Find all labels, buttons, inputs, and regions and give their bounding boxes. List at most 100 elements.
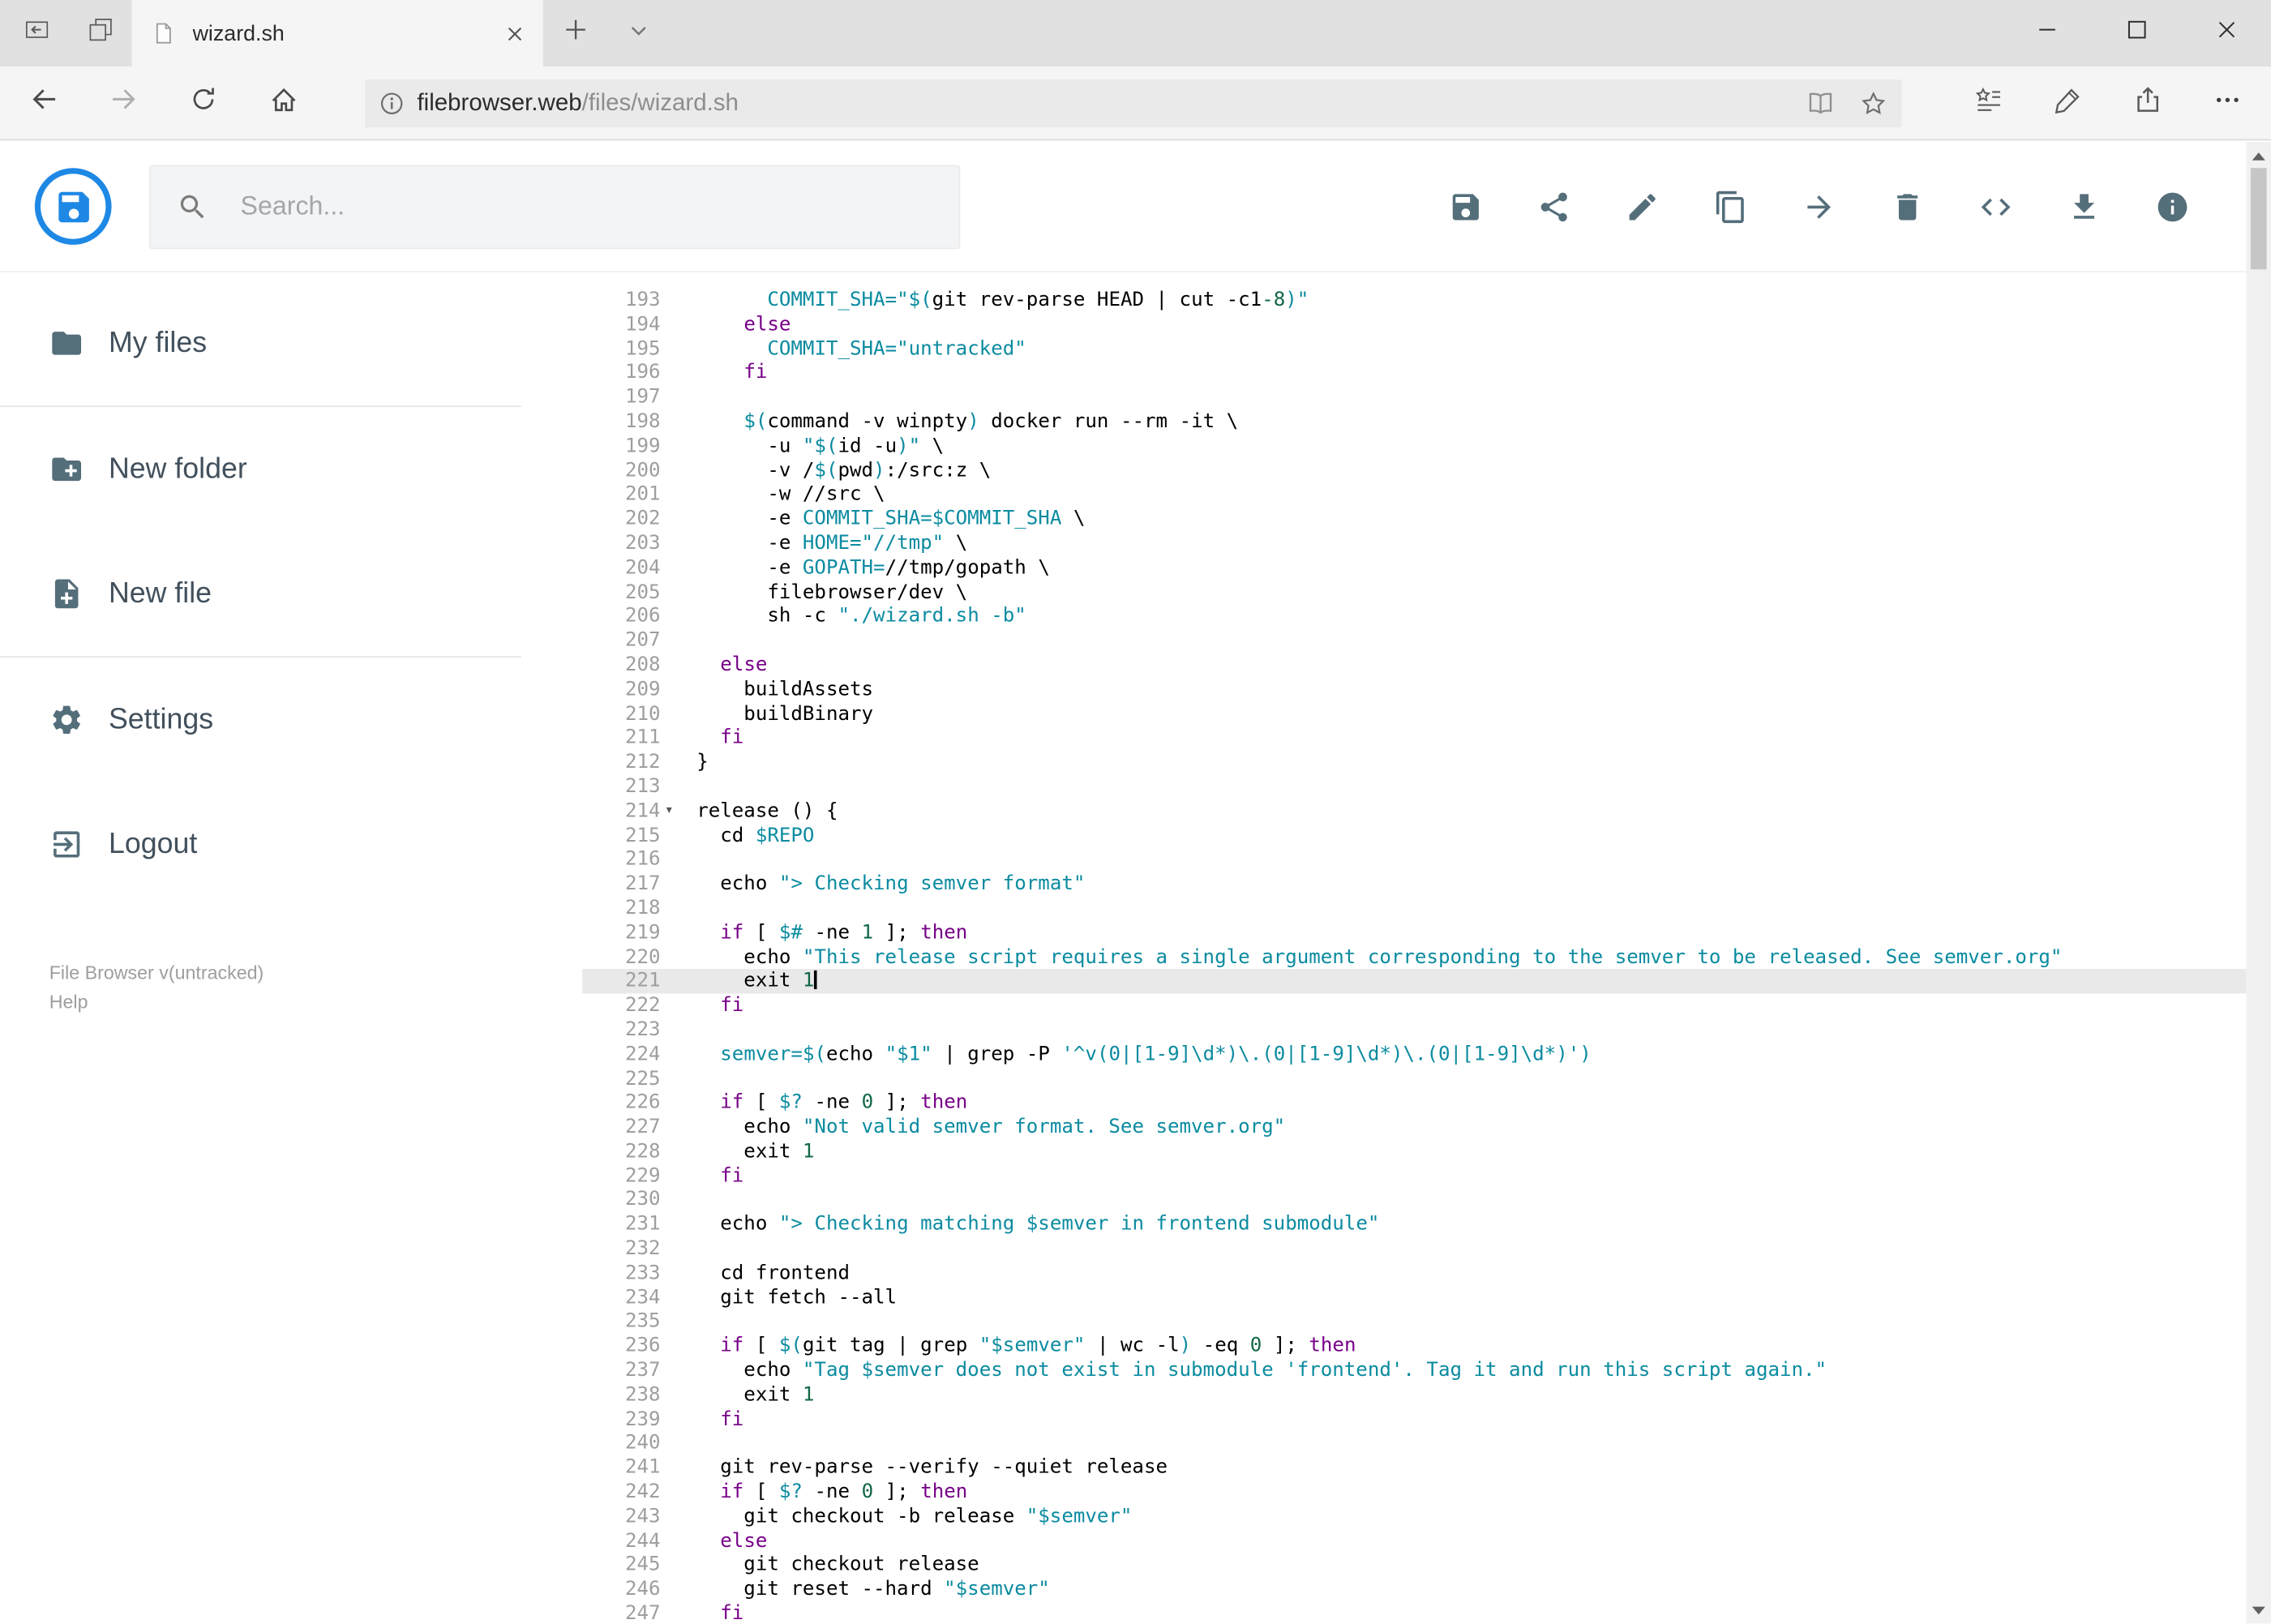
browser-tab[interactable]: wizard.sh xyxy=(131,0,543,67)
code-line-240[interactable]: 240 xyxy=(582,1432,2247,1456)
code-line-225[interactable]: 225 xyxy=(582,1067,2247,1091)
maximize-button[interactable] xyxy=(2091,0,2181,66)
code-line-236[interactable]: 236 if [ $(git tag | grep "$semver" | wc… xyxy=(582,1335,2247,1359)
reading-view-button[interactable] xyxy=(1794,79,1846,126)
code-line-204[interactable]: 204 -e GOPATH=//tmp/gopath \ xyxy=(582,556,2247,581)
code-line-205[interactable]: 205 filebrowser/dev \ xyxy=(582,581,2247,605)
code-line-245[interactable]: 245 git checkout release xyxy=(582,1553,2247,1578)
code-line-216[interactable]: 216 xyxy=(582,848,2247,872)
home-button[interactable] xyxy=(243,70,323,136)
code-line-232[interactable]: 232 xyxy=(582,1237,2247,1262)
code-line-239[interactable]: 239 fi xyxy=(582,1408,2247,1432)
code-line-244[interactable]: 244 else xyxy=(582,1529,2247,1553)
tabs-you-set-aside-button[interactable] xyxy=(68,0,132,66)
code-line-195[interactable]: 195 COMMIT_SHA="untracked" xyxy=(582,336,2247,361)
code-line-243[interactable]: 243 git checkout -b release "$semver" xyxy=(582,1505,2247,1529)
code-line-223[interactable]: 223 xyxy=(582,1018,2247,1043)
code-line-235[interactable]: 235 xyxy=(582,1310,2247,1335)
download-button[interactable] xyxy=(2067,189,2102,224)
refresh-button[interactable] xyxy=(164,70,243,136)
add-favorite-button[interactable] xyxy=(1847,79,1899,126)
code-line-194[interactable]: 194 else xyxy=(582,312,2247,336)
code-editor[interactable]: 193 COMMIT_SHA="$(git rev-parse HEAD | c… xyxy=(582,272,2247,1624)
code-line-193[interactable]: 193 COMMIT_SHA="$(git rev-parse HEAD | c… xyxy=(582,288,2247,312)
code-line-221[interactable]: 221 exit 1 xyxy=(582,969,2247,994)
share-button[interactable] xyxy=(1536,189,1571,224)
scroll-down-arrow-icon[interactable] xyxy=(2247,1599,2271,1621)
code-line-231[interactable]: 231 echo "> Checking matching $semver in… xyxy=(582,1213,2247,1237)
filebrowser-logo[interactable] xyxy=(34,168,112,245)
info-button[interactable] xyxy=(2155,189,2190,224)
web-note-button[interactable] xyxy=(2028,70,2107,136)
scrollbar-thumb[interactable] xyxy=(2250,168,2267,270)
minimize-button[interactable] xyxy=(2002,0,2092,66)
delete-button[interactable] xyxy=(1890,189,1925,224)
code-line-238[interactable]: 238 exit 1 xyxy=(582,1383,2247,1408)
close-window-button[interactable] xyxy=(2181,0,2271,66)
code-line-218[interactable]: 218 xyxy=(582,897,2247,921)
code-line-215[interactable]: 215 cd $REPO xyxy=(582,824,2247,848)
code-line-246[interactable]: 246 git reset --hard "$semver" xyxy=(582,1578,2247,1602)
address-bar[interactable]: filebrowser.web/files/wizard.sh xyxy=(365,79,1902,127)
code-line-217[interactable]: 217 echo "> Checking semver format" xyxy=(582,872,2247,897)
help-link[interactable]: Help xyxy=(49,988,582,1017)
code-line-230[interactable]: 230 xyxy=(582,1189,2247,1213)
share-page-button[interactable] xyxy=(2107,70,2187,136)
code-line-212[interactable]: 212} xyxy=(582,751,2247,775)
code-line-207[interactable]: 207 xyxy=(582,629,2247,653)
site-info-icon[interactable] xyxy=(379,91,404,115)
sidebar-item-new-folder[interactable]: New folder xyxy=(0,407,582,532)
code-line-201[interactable]: 201 -w //src \ xyxy=(582,483,2247,508)
code-line-227[interactable]: 227 echo "Not valid semver format. See s… xyxy=(582,1116,2247,1140)
code-line-233[interactable]: 233 cd frontend xyxy=(582,1262,2247,1286)
tab-close-icon[interactable] xyxy=(507,25,523,41)
page-scrollbar[interactable] xyxy=(2246,142,2271,1624)
search-input[interactable] xyxy=(240,191,933,222)
code-line-203[interactable]: 203 -e HOME="//tmp" \ xyxy=(582,532,2247,556)
code-line-196[interactable]: 196 fi xyxy=(582,361,2247,385)
code-line-206[interactable]: 206 sh -c "./wizard.sh -b" xyxy=(582,605,2247,629)
code-line-222[interactable]: 222 fi xyxy=(582,994,2247,1018)
code-line-247[interactable]: 247 fi xyxy=(582,1602,2247,1624)
code-line-242[interactable]: 242 if [ $? -ne 0 ]; then xyxy=(582,1480,2247,1505)
rename-button[interactable] xyxy=(1625,189,1660,224)
code-line-199[interactable]: 199 -u "$(id -u)" \ xyxy=(582,435,2247,459)
set-tabs-aside-button[interactable] xyxy=(4,0,68,66)
search-box[interactable] xyxy=(148,164,961,249)
code-line-220[interactable]: 220 echo "This release script requires a… xyxy=(582,945,2247,970)
scroll-up-arrow-icon[interactable] xyxy=(2247,145,2271,167)
code-line-219[interactable]: 219 if [ $# -ne 1 ]; then xyxy=(582,921,2247,945)
code-line-208[interactable]: 208 else xyxy=(582,653,2247,678)
code-line-200[interactable]: 200 -v /$(pwd):/src:z \ xyxy=(582,459,2247,483)
code-line-229[interactable]: 229 fi xyxy=(582,1164,2247,1189)
code-line-198[interactable]: 198 $(command -v winpty) docker run --rm… xyxy=(582,410,2247,435)
code-line-211[interactable]: 211 fi xyxy=(582,726,2247,751)
move-button[interactable] xyxy=(1802,189,1836,224)
code-line-214[interactable]: 214 ▾ release () { xyxy=(582,799,2247,824)
code-line-213[interactable]: 213 xyxy=(582,775,2247,799)
code-line-224[interactable]: 224 semver=$(echo "$1" | grep -P '^v(0|[… xyxy=(582,1043,2247,1067)
code-line-210[interactable]: 210 buildBinary xyxy=(582,702,2247,726)
sidebar-item-my-files[interactable]: My files xyxy=(0,281,582,406)
more-options-button[interactable] xyxy=(2187,70,2266,136)
save-button[interactable] xyxy=(1448,189,1483,224)
new-tab-button[interactable] xyxy=(543,0,607,66)
code-line-197[interactable]: 197 xyxy=(582,386,2247,410)
source-button[interactable] xyxy=(1978,189,2013,224)
code-line-226[interactable]: 226 if [ $? -ne 0 ]; then xyxy=(582,1091,2247,1116)
code-line-237[interactable]: 237 echo "Tag $semver does not exist in … xyxy=(582,1359,2247,1383)
code-line-202[interactable]: 202 -e COMMIT_SHA=$COMMIT_SHA \ xyxy=(582,508,2247,532)
code-line-228[interactable]: 228 exit 1 xyxy=(582,1140,2247,1164)
code-line-209[interactable]: 209 buildAssets xyxy=(582,678,2247,702)
forward-button[interactable] xyxy=(84,70,164,136)
favorites-hub-button[interactable] xyxy=(1948,70,2028,136)
copy-button[interactable] xyxy=(1713,189,1748,224)
tab-preview-toggle-button[interactable] xyxy=(606,0,671,66)
sidebar-item-settings[interactable]: Settings xyxy=(0,658,582,782)
back-button[interactable] xyxy=(4,70,84,136)
code-line-241[interactable]: 241 git rev-parse --verify --quiet relea… xyxy=(582,1456,2247,1480)
code-line-234[interactable]: 234 git fetch --all xyxy=(582,1286,2247,1310)
sidebar-item-logout[interactable]: Logout xyxy=(0,782,582,907)
sidebar-item-new-file[interactable]: New file xyxy=(0,532,582,657)
fold-arrow-icon[interactable]: ▾ xyxy=(665,799,674,824)
